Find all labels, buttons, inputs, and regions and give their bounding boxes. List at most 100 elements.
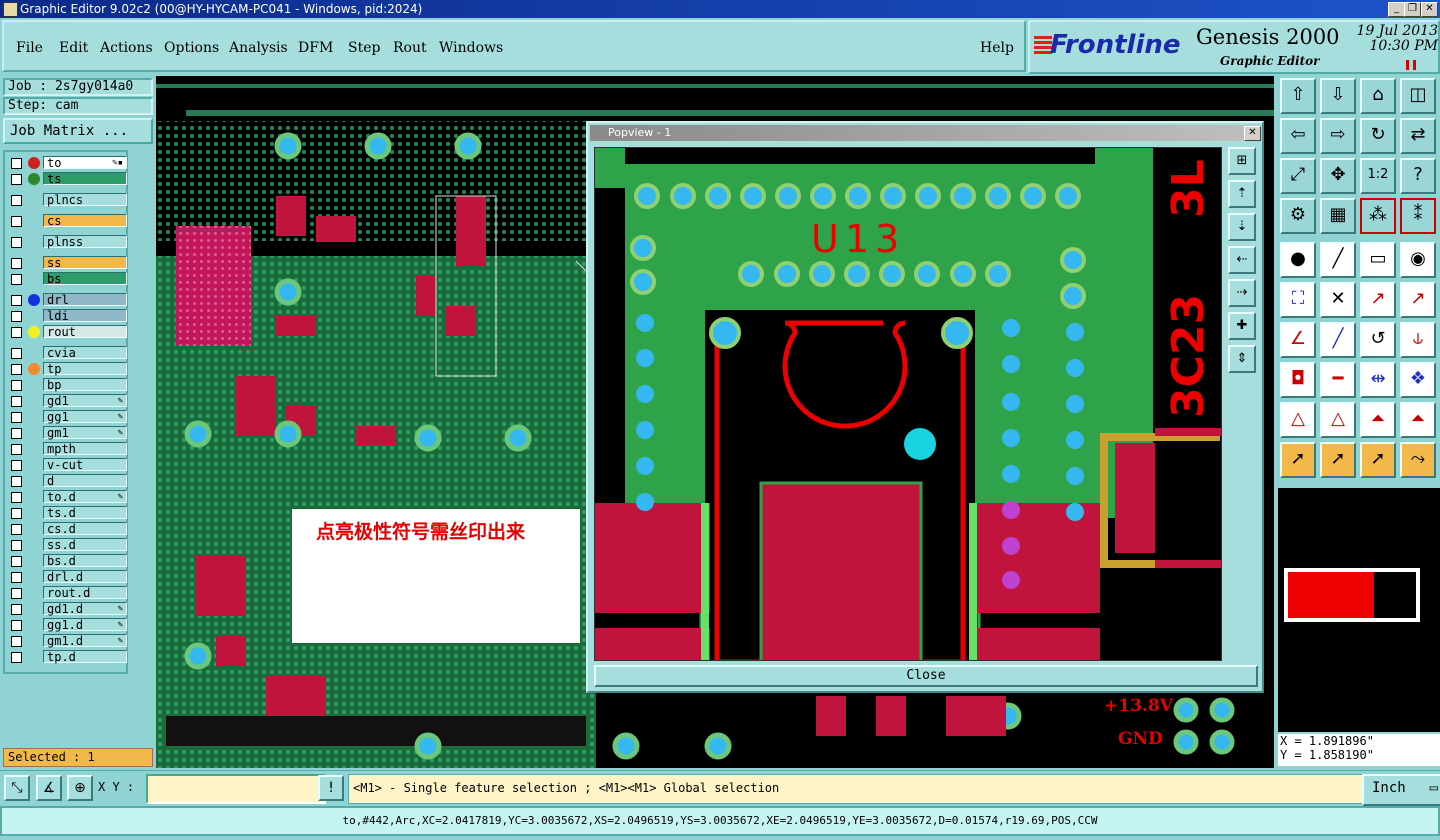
pan-down-icon[interactable]: ⇣ xyxy=(1228,213,1256,241)
popview-window[interactable]: Popview - 1 ✕ U13 3C23 3L ⊞ ⇡ ⇣ ⇠ ⇢ ✚ ⇕ … xyxy=(586,121,1264,693)
layer-name[interactable]: v-cut xyxy=(43,458,127,472)
layer-row[interactable]: v-cut xyxy=(9,458,127,472)
menu-dfm[interactable]: DFM xyxy=(298,40,333,56)
popview-close-icon[interactable]: ✕ xyxy=(1244,126,1261,141)
layer-name[interactable]: drl.d xyxy=(43,570,127,584)
layer-row[interactable]: tp.d xyxy=(9,650,127,664)
layer-name[interactable]: to ✎▪ xyxy=(43,156,127,170)
menu-step[interactable]: Step xyxy=(348,40,380,56)
layer-checkbox[interactable] xyxy=(11,556,22,567)
layer-checkbox[interactable] xyxy=(11,327,22,338)
connect-icon[interactable]: ⛶ xyxy=(1280,282,1316,318)
zoom-fit-icon[interactable]: ⊞ xyxy=(1228,147,1256,175)
add-pad-icon[interactable]: ● xyxy=(1280,242,1316,278)
layer-checkbox[interactable] xyxy=(11,258,22,269)
slash-line-icon[interactable]: ╱ xyxy=(1320,322,1356,358)
layer-row[interactable]: rout xyxy=(9,325,127,339)
layer-name[interactable]: tp.d xyxy=(43,650,127,664)
page-down-icon[interactable]: ⇩ xyxy=(1320,78,1356,114)
layer-row[interactable]: ts xyxy=(9,172,127,186)
group-icon[interactable]: ❖ xyxy=(1400,362,1436,398)
layer-row[interactable]: cvia xyxy=(9,346,127,360)
overview-preview[interactable] xyxy=(1278,488,1440,732)
layer-checkbox[interactable] xyxy=(11,460,22,471)
cross-icon[interactable]: ✕ xyxy=(1320,282,1356,318)
layer-row[interactable]: ss.d xyxy=(9,538,127,552)
minimize-button[interactable]: _ xyxy=(1388,2,1405,17)
triangle3-icon[interactable]: ⏶ xyxy=(1360,402,1396,438)
select-arrow-icon[interactable]: ➚ xyxy=(1280,442,1316,478)
layer-row[interactable]: drl.d xyxy=(9,570,127,584)
menu-edit[interactable]: Edit xyxy=(59,40,88,56)
layer-checkbox[interactable] xyxy=(11,274,22,285)
layer-filter-icon[interactable]: ⁂ xyxy=(1360,198,1396,234)
unit-selector[interactable]: Inch ▭ xyxy=(1362,774,1440,806)
job-matrix-button[interactable]: Job Matrix ... xyxy=(3,118,153,144)
layer-checkbox[interactable] xyxy=(11,412,22,423)
layer-checkbox[interactable] xyxy=(11,476,22,487)
layer-checkbox[interactable] xyxy=(11,295,22,306)
layer-checkbox[interactable] xyxy=(11,380,22,391)
layer-row[interactable]: bs xyxy=(9,272,127,286)
menu-file[interactable]: File xyxy=(16,40,43,56)
layer-name[interactable]: bs xyxy=(43,272,127,286)
close-window-button[interactable]: ✕ xyxy=(1421,2,1438,17)
layer-checkbox[interactable] xyxy=(11,508,22,519)
layer-name[interactable]: rout xyxy=(43,325,127,339)
menu-options[interactable]: Options xyxy=(164,40,219,56)
layer-name[interactable]: ldi xyxy=(43,309,127,323)
zoom-out-icon[interactable]: ⇕ xyxy=(1228,345,1256,373)
layer-row[interactable]: plncs xyxy=(9,193,127,207)
layer-row[interactable]: gd1.d ✎ xyxy=(9,602,127,616)
layer-name[interactable]: ts.d xyxy=(43,506,127,520)
layer-row[interactable]: gm1.d ✎ xyxy=(9,634,127,648)
rotate-icon[interactable]: ↻ xyxy=(1360,118,1396,154)
pan-right-tool-icon[interactable]: ⇨ xyxy=(1320,118,1356,154)
layer-checkbox[interactable] xyxy=(11,237,22,248)
select-path-icon[interactable]: ⤳ xyxy=(1400,442,1436,478)
add-line-icon[interactable]: ╱ xyxy=(1320,242,1356,278)
measure-angle-icon[interactable]: ∡ xyxy=(36,775,62,801)
menu-analysis[interactable]: Analysis xyxy=(229,40,288,56)
home-icon[interactable]: ⌂ xyxy=(1360,78,1396,114)
layer-name[interactable]: tp xyxy=(43,362,127,376)
layer-name[interactable]: gg1.d ✎ xyxy=(43,618,127,632)
layer-checkbox[interactable] xyxy=(11,348,22,359)
layer-name[interactable]: gd1.d ✎ xyxy=(43,602,127,616)
layer-row[interactable]: cs xyxy=(9,214,127,228)
zoom-window-icon[interactable]: ⤡ xyxy=(4,775,30,801)
layer-row[interactable]: cs.d xyxy=(9,522,127,536)
layer-name[interactable]: gm1 ✎ xyxy=(43,426,127,440)
layer-checkbox[interactable] xyxy=(11,311,22,322)
xy-input[interactable] xyxy=(146,774,326,804)
layer-checkbox[interactable] xyxy=(11,428,22,439)
zoom-extents-icon[interactable]: ⤢ xyxy=(1280,158,1316,194)
pan-left-tool-icon[interactable]: ⇦ xyxy=(1280,118,1316,154)
layer-name[interactable]: gd1 ✎ xyxy=(43,394,127,408)
layer-row[interactable]: tp xyxy=(9,362,127,376)
layer-checkbox[interactable] xyxy=(11,540,22,551)
layer-checkbox[interactable] xyxy=(11,524,22,535)
menu-rout[interactable]: Rout xyxy=(393,40,427,56)
layer-name[interactable]: d xyxy=(43,474,127,488)
grid-icon[interactable]: ▦ xyxy=(1320,198,1356,234)
layer-row[interactable]: ss xyxy=(9,256,127,270)
layer-checkbox[interactable] xyxy=(11,396,22,407)
layer-filter2-icon[interactable]: ⁑ xyxy=(1400,198,1436,234)
layer-name[interactable]: cvia xyxy=(43,346,127,360)
layer-name[interactable]: ss xyxy=(43,256,127,270)
layer-name[interactable]: ss.d xyxy=(43,538,127,552)
layer-row[interactable]: bs.d xyxy=(9,554,127,568)
layer-name[interactable]: to.d ✎ xyxy=(43,490,127,504)
menu-windows[interactable]: Windows xyxy=(439,40,503,56)
mirror-icon[interactable]: ⫝ xyxy=(1400,322,1436,358)
layer-name[interactable]: rout.d xyxy=(43,586,127,600)
layer-row[interactable]: gg1.d ✎ xyxy=(9,618,127,632)
layer-checkbox[interactable] xyxy=(11,444,22,455)
menu-help[interactable]: Help xyxy=(980,40,1014,56)
layer-row[interactable]: ts.d xyxy=(9,506,127,520)
layer-row[interactable]: to ✎▪ xyxy=(9,156,127,170)
zoom-center-icon[interactable]: ✥ xyxy=(1320,158,1356,194)
popview-close-button[interactable]: Close xyxy=(594,665,1258,687)
layer-checkbox[interactable] xyxy=(11,588,22,599)
